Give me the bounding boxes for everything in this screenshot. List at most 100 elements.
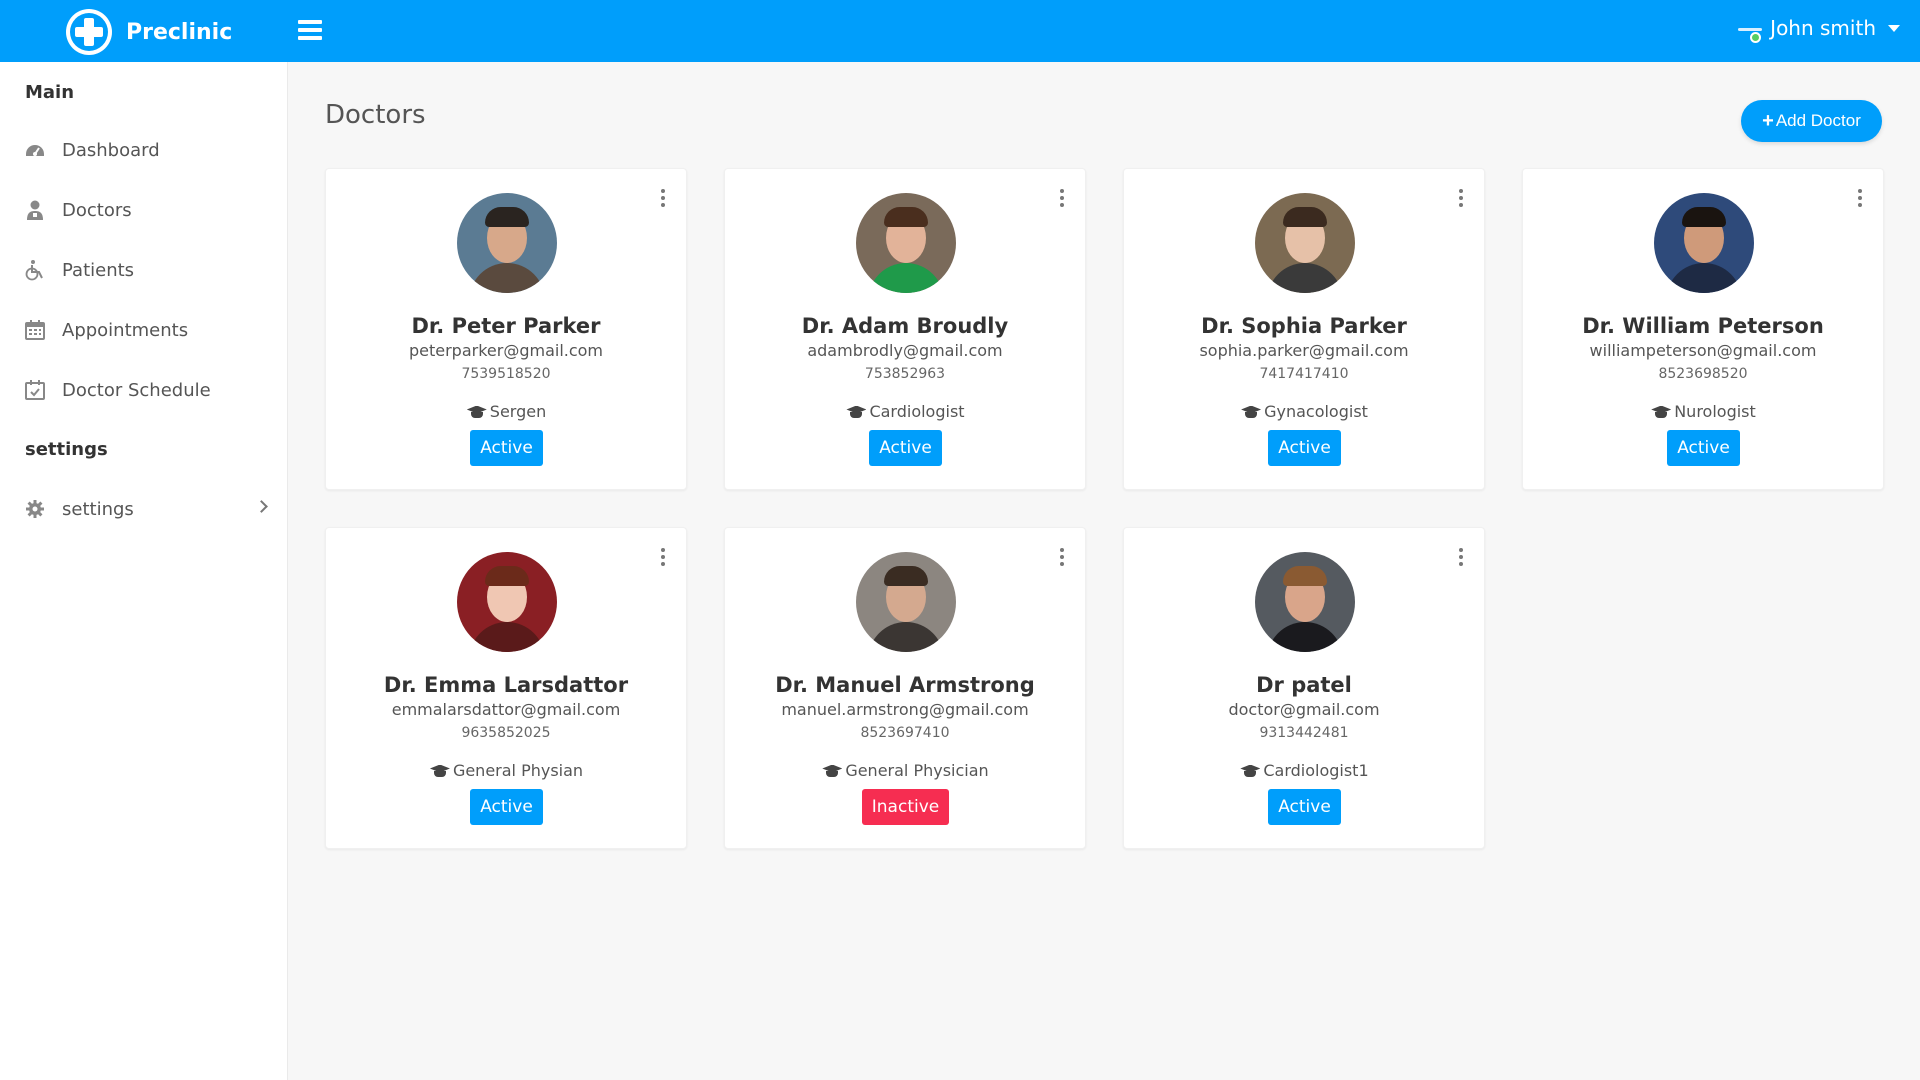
doctor-name[interactable]: Dr. Sophia Parker bbox=[1124, 314, 1484, 338]
doctor-specialty-label: Gynacologist bbox=[1264, 402, 1368, 421]
status-badge[interactable]: Inactive bbox=[862, 789, 949, 825]
add-doctor-button[interactable]: + Add Doctor bbox=[1741, 100, 1882, 142]
doctor-name[interactable]: Dr. Manuel Armstrong bbox=[725, 673, 1085, 697]
sidebar-item-doctor-schedule[interactable]: Doctor Schedule bbox=[0, 370, 288, 410]
status-badge[interactable]: Active bbox=[869, 430, 942, 466]
more-options-icon[interactable] bbox=[1456, 548, 1466, 570]
more-options-icon[interactable] bbox=[1057, 189, 1067, 211]
doctor-name[interactable]: Dr. William Peterson bbox=[1523, 314, 1883, 338]
doctor-avatar[interactable] bbox=[856, 193, 956, 293]
sidebar-item-label: Doctors bbox=[62, 199, 132, 221]
caret-down-icon bbox=[1888, 24, 1900, 32]
user-name: John smith bbox=[1770, 16, 1876, 40]
gear-icon bbox=[24, 498, 46, 520]
doctor-email: peterparker@gmail.com bbox=[408, 341, 604, 360]
graduation-cap-icon bbox=[1240, 405, 1262, 419]
graduation-cap-icon bbox=[821, 764, 843, 778]
doctor-email: williampeterson@gmail.com bbox=[1589, 341, 1817, 360]
medical-cross-logo-icon bbox=[66, 9, 112, 55]
status-badge[interactable]: Active bbox=[1268, 430, 1341, 466]
doctor-specialty: Nurologist bbox=[1523, 402, 1883, 421]
doctor-specialty: Cardiologist bbox=[725, 402, 1085, 421]
user-avatar bbox=[1736, 14, 1764, 43]
doctor-specialty: Cardiologist1 bbox=[1124, 761, 1484, 780]
page-title: Doctors bbox=[325, 100, 426, 130]
doctor-name[interactable]: Dr. Adam Broudly bbox=[725, 314, 1085, 338]
doctor-specialty-label: General Physian bbox=[452, 761, 584, 780]
doctor-specialty-label: Nurologist bbox=[1674, 402, 1756, 421]
doctor-avatar[interactable] bbox=[457, 552, 557, 652]
doctor-email: emmalarsdattor@gmail.com bbox=[391, 700, 621, 719]
chevron-right-icon bbox=[255, 500, 268, 513]
graduation-cap-icon bbox=[1239, 764, 1261, 778]
doctor-card: Dr. Sophia Parker sophia.parker@gmail.co… bbox=[1123, 168, 1485, 490]
dashboard-icon bbox=[24, 139, 46, 161]
sidebar-item-label: settings bbox=[62, 498, 134, 520]
doctor-specialty: Sergen bbox=[326, 402, 686, 421]
doctor-avatar[interactable] bbox=[1654, 193, 1754, 293]
doctor-phone: 7539518520 bbox=[461, 366, 551, 382]
more-options-icon[interactable] bbox=[1855, 189, 1865, 211]
more-options-icon[interactable] bbox=[658, 189, 668, 211]
doctor-name[interactable]: Dr patel bbox=[1124, 673, 1484, 697]
calendar-check-icon bbox=[24, 379, 46, 401]
sidebar-item-label: Appointments bbox=[62, 319, 189, 341]
user-menu-dropdown[interactable]: John smith bbox=[1736, 14, 1900, 43]
doctor-name[interactable]: Dr. Emma Larsdattor bbox=[326, 673, 686, 697]
doctor-card: Dr patel doctor@gmail.com 9313442481 Car… bbox=[1123, 527, 1485, 849]
status-badge[interactable]: Active bbox=[1667, 430, 1740, 466]
doctor-avatar[interactable] bbox=[1255, 552, 1355, 652]
more-options-icon[interactable] bbox=[658, 548, 668, 570]
sidebar-item-dashboard[interactable]: Dashboard bbox=[0, 130, 288, 170]
doctor-specialty-label: Cardiologist bbox=[869, 402, 965, 421]
sidebar-item-label: Patients bbox=[62, 259, 135, 281]
sidebar-item-label: Doctor Schedule bbox=[62, 379, 211, 401]
doctor-specialty-label: Cardiologist1 bbox=[1263, 761, 1369, 780]
doctor-card: Dr. William Peterson williampeterson@gma… bbox=[1522, 168, 1884, 490]
doctor-phone: 9635852025 bbox=[461, 725, 551, 741]
more-options-icon[interactable] bbox=[1057, 548, 1067, 570]
doctor-phone: 8523697410 bbox=[860, 725, 950, 741]
calendar-icon bbox=[24, 319, 46, 341]
status-badge[interactable]: Active bbox=[1268, 789, 1341, 825]
doctor-specialty: Gynacologist bbox=[1124, 402, 1484, 421]
doctor-specialty-label: General Physician bbox=[845, 761, 989, 780]
add-doctor-label: Add Doctor bbox=[1775, 111, 1861, 130]
doctor-avatar[interactable] bbox=[457, 193, 557, 293]
more-options-icon[interactable] bbox=[1456, 189, 1466, 211]
doctor-avatar[interactable] bbox=[856, 552, 956, 652]
sidebar-item-doctors[interactable]: Doctors bbox=[0, 190, 288, 230]
status-badge[interactable]: Active bbox=[470, 789, 543, 825]
doctor-icon bbox=[24, 199, 46, 221]
sidebar: Main Dashboard Doctors Patients Appointm… bbox=[0, 62, 288, 1080]
doctor-phone: 9313442481 bbox=[1259, 725, 1349, 741]
doctor-phone: 8523698520 bbox=[1658, 366, 1748, 382]
doctor-phone: 753852963 bbox=[864, 366, 946, 382]
top-header: Preclinic John smith bbox=[0, 0, 1920, 62]
doctor-avatar[interactable] bbox=[1255, 193, 1355, 293]
doctor-name[interactable]: Dr. Peter Parker bbox=[326, 314, 686, 338]
doctor-email: adambrodly@gmail.com bbox=[807, 341, 1003, 360]
status-badge[interactable]: Active bbox=[470, 430, 543, 466]
doctor-phone: 7417417410 bbox=[1259, 366, 1349, 382]
graduation-cap-icon bbox=[845, 405, 867, 419]
brand-name: Preclinic bbox=[126, 19, 233, 45]
doctor-email: doctor@gmail.com bbox=[1228, 700, 1380, 719]
wheelchair-icon bbox=[24, 259, 46, 281]
sidebar-item-settings[interactable]: settings bbox=[0, 489, 288, 529]
doctor-card: Dr. Peter Parker peterparker@gmail.com 7… bbox=[325, 168, 687, 490]
menu-toggle-icon[interactable] bbox=[298, 20, 322, 40]
doctor-card: Dr. Manuel Armstrong manuel.armstrong@gm… bbox=[724, 527, 1086, 849]
doctor-email: sophia.parker@gmail.com bbox=[1199, 341, 1409, 360]
graduation-cap-icon bbox=[466, 405, 488, 419]
brand-logo-link[interactable]: Preclinic bbox=[66, 9, 232, 55]
doctor-specialty: General Physician bbox=[725, 761, 1085, 780]
graduation-cap-icon bbox=[1650, 405, 1672, 419]
doctor-card: Dr. Emma Larsdattor emmalarsdattor@gmail… bbox=[325, 527, 687, 849]
online-status-icon bbox=[1750, 32, 1762, 43]
doctor-card: Dr. Adam Broudly adambrodly@gmail.com 75… bbox=[724, 168, 1086, 490]
graduation-cap-icon bbox=[429, 764, 451, 778]
doctor-specialty: General Physian bbox=[326, 761, 686, 780]
sidebar-item-patients[interactable]: Patients bbox=[0, 250, 288, 290]
sidebar-item-appointments[interactable]: Appointments bbox=[0, 310, 288, 350]
